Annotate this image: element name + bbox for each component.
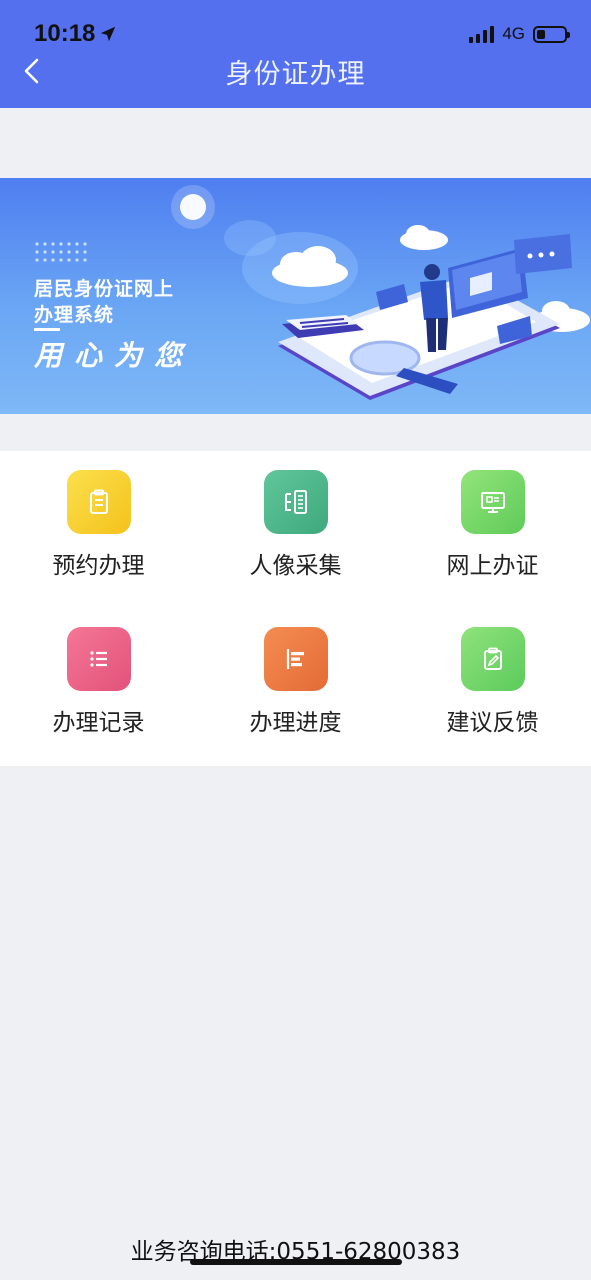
app-header: 10:18 4G 身份证办理 xyxy=(0,0,591,108)
status-time: 10:18 xyxy=(34,20,117,48)
nav-bar: 身份证办理 xyxy=(0,50,591,90)
menu-label: 人像采集 xyxy=(249,553,342,579)
home-indicator[interactable] xyxy=(190,1259,402,1265)
menu-item-records[interactable]: 办理记录 xyxy=(0,608,197,758)
feedback-icon xyxy=(483,647,502,670)
status-time-text: 10:18 xyxy=(34,20,96,47)
network-type: 4G xyxy=(502,24,525,43)
location-arrow-icon xyxy=(101,26,116,42)
menu-label: 办理记录 xyxy=(52,710,145,736)
menu-label: 办理进度 xyxy=(249,710,342,736)
banner-title-line2: 办理系统 xyxy=(34,304,115,326)
list-icon xyxy=(89,651,107,667)
menu-item-online-apply[interactable]: 网上办证 xyxy=(394,451,591,601)
banner-slogan: 用心为您 xyxy=(34,339,195,372)
service-menu: 预约办理 人像采集 网上办证 办理记录 办理进度 建议反馈 xyxy=(0,451,591,766)
banner-title-line1: 居民身份证网上 xyxy=(34,278,175,300)
menu-icon-bg xyxy=(263,627,328,691)
menu-item-progress[interactable]: 办理进度 xyxy=(197,608,394,758)
status-bar: 10:18 4G xyxy=(0,0,591,56)
monitor-icon xyxy=(480,492,505,513)
battery-icon xyxy=(533,25,570,43)
menu-icon-bg xyxy=(66,627,131,691)
menu-icon-bg xyxy=(460,470,525,534)
scan-icon xyxy=(284,490,307,514)
menu-icon-bg xyxy=(460,627,525,691)
menu-icon-bg xyxy=(263,470,328,534)
banner-divider xyxy=(34,328,60,331)
clipboard-icon xyxy=(89,489,108,514)
progress-icon xyxy=(286,649,304,669)
menu-item-feedback[interactable]: 建议反馈 xyxy=(394,608,591,758)
menu-label: 建议反馈 xyxy=(446,710,539,736)
signal-icon xyxy=(469,25,495,43)
menu-item-portrait[interactable]: 人像采集 xyxy=(197,451,394,601)
menu-item-appointment[interactable]: 预约办理 xyxy=(0,451,197,601)
menu-label: 预约办理 xyxy=(52,553,145,579)
page-title: 身份证办理 xyxy=(225,59,366,90)
menu-icon-bg xyxy=(66,470,131,534)
battery-level xyxy=(537,29,545,39)
promo-banner[interactable]: 居民身份证网上 办理系统 用心为您 xyxy=(0,178,591,414)
status-indicators: 4G xyxy=(469,24,570,44)
menu-label: 网上办证 xyxy=(446,553,539,579)
